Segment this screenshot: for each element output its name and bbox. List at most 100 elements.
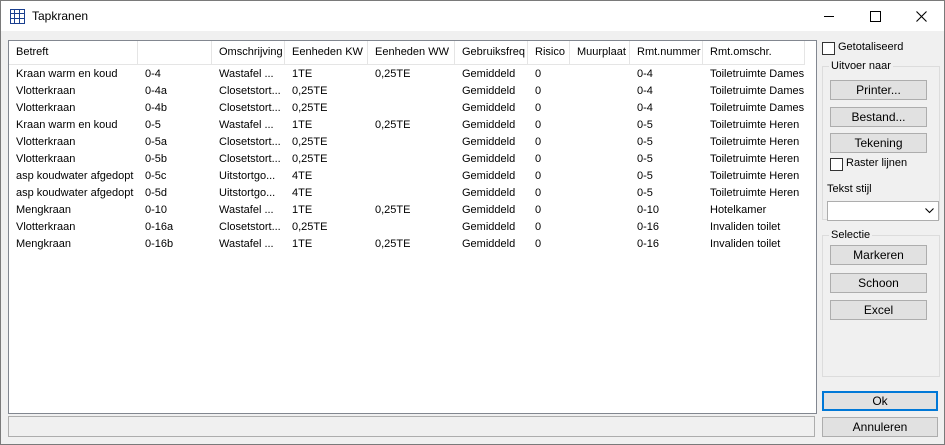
table-row[interactable]: asp koudwater afgedopt 0-5d Uitstortgo... 4… (9, 185, 805, 202)
table-cell (368, 219, 455, 236)
column-header[interactable]: Rmt.omschr. (703, 41, 805, 64)
bestand-button[interactable]: Bestand... (830, 107, 927, 127)
table-cell: 0,25TE (292, 102, 328, 114)
table-cell: Toiletruimte Heren (710, 170, 800, 182)
column-header[interactable] (138, 41, 212, 64)
table-cell: 1TE (292, 238, 313, 250)
maximize-button[interactable] (852, 1, 898, 31)
table-cell: Closetstort... (219, 221, 281, 233)
column-header[interactable]: Risico (528, 41, 570, 64)
table-cell (570, 236, 630, 253)
table-cell: Gemiddeld (462, 136, 516, 148)
table-cell (570, 202, 630, 219)
table-cell: Gemiddeld (462, 153, 516, 165)
annuleren-button[interactable]: Annuleren (822, 417, 938, 437)
table-cell: 0,25TE (375, 238, 411, 250)
column-header[interactable]: Betreft (9, 41, 138, 64)
table-cell (368, 83, 455, 100)
table-row[interactable]: Vlotterkraan 0-16a Closetstort... 0,25TE Gem… (9, 219, 805, 236)
table-cell: 0 (535, 119, 542, 131)
ok-button[interactable]: Ok (822, 391, 938, 411)
table-cell: 0,25TE (292, 136, 328, 148)
column-header[interactable]: Gebruiksfreq (455, 41, 528, 64)
table-cell: Kraan warm en koud (16, 119, 118, 131)
table-row[interactable]: Vlotterkraan 0-4b Closetstort... 0,25TE Gemi… (9, 100, 805, 117)
table-cell: asp koudwater afgedopt (16, 187, 134, 199)
table-cell (368, 100, 455, 117)
table-cell: 1TE (292, 68, 313, 80)
table-cell: Gemiddeld (462, 170, 516, 182)
table-cell: Vlotterkraan (16, 136, 76, 148)
tekening-button[interactable]: Tekening (830, 133, 927, 153)
minimize-button[interactable] (806, 1, 852, 31)
table-cell (368, 134, 455, 151)
table-cell: Toiletruimte Dames (710, 85, 805, 97)
table-cell: Toiletruimte Heren (710, 153, 800, 165)
table-cell: 0-5 (637, 170, 653, 182)
table-cell: Gemiddeld (462, 85, 516, 97)
schoon-button[interactable]: Schoon (830, 273, 927, 293)
column-header[interactable]: Eenheden WW (368, 41, 455, 64)
raster-lijnen-checkbox[interactable] (830, 158, 843, 171)
table-cell: Mengkraan (16, 204, 72, 216)
table-cell: Gemiddeld (462, 102, 516, 114)
uitvoer-naar-label: Uitvoer naar (829, 60, 893, 72)
column-header[interactable]: Muurplaat (570, 41, 630, 64)
column-header[interactable]: Eenheden KW (285, 41, 368, 64)
table-cell: 0-16 (637, 238, 660, 250)
table-row[interactable]: Kraan warm en koud 0-5 Wastafel ... 1TE 0,25… (9, 117, 805, 134)
table-cell: 0 (535, 170, 542, 182)
table-cell: Toiletruimte Dames (710, 68, 805, 80)
table-cell (570, 168, 630, 185)
table-cell: Toiletruimte Heren (710, 119, 800, 131)
table-cell: 0,25TE (292, 153, 328, 165)
table-cell: Closetstort... (219, 102, 281, 114)
table-cell: 0-4a (145, 85, 168, 97)
table-row[interactable]: Mengkraan 0-16b Wastafel ... 1TE 0,25TE Gemid… (9, 236, 805, 253)
table-row[interactable]: Vlotterkraan 0-4a Closetstort... 0,25TE Gemi… (9, 83, 805, 100)
table-cell: Uitstortgo... (219, 187, 276, 199)
column-header[interactable]: Rmt.nummer (630, 41, 703, 64)
tapkranen-table[interactable]: Betreft Omschrijving Eenheden KW Eenheden W… (8, 40, 817, 414)
table-cell (570, 185, 630, 202)
tekst-stijl-dropdown[interactable] (827, 201, 939, 221)
table-cell: 0 (535, 85, 542, 97)
table-cell: 0,25TE (292, 85, 328, 97)
table-row[interactable]: Vlotterkraan 0-5b Closetstort... 0,25TE Gemi… (9, 151, 805, 168)
table-cell: 0-5c (145, 170, 167, 182)
table-cell: Uitstortgo... (219, 170, 276, 182)
table-cell: 0,25TE (375, 204, 411, 216)
grid-table-icon (10, 9, 25, 24)
table-cell (570, 83, 630, 100)
table-cell: 0 (535, 68, 542, 80)
table-cell (570, 117, 630, 134)
printer-button[interactable]: Printer... (830, 80, 927, 100)
column-header[interactable]: Omschrijving (212, 41, 285, 64)
table-cell: Gemiddeld (462, 238, 516, 250)
table-header: Betreft Omschrijving Eenheden KW Eenheden W… (9, 41, 805, 65)
close-button[interactable] (898, 1, 944, 31)
getotaliseerd-label: Getotaliseerd (838, 41, 904, 53)
table-cell: 0-4 (637, 68, 653, 80)
table-cell (368, 168, 455, 185)
table-row[interactable]: Vlotterkraan 0-5a Closetstort... 0,25TE Gemi… (9, 134, 805, 151)
table-cell: Wastafel ... (219, 68, 274, 80)
table-cell: Closetstort... (219, 85, 281, 97)
maximize-icon (869, 10, 881, 22)
table-row[interactable]: Mengkraan 0-10 Wastafel ... 1TE 0,25TE Gemidd… (9, 202, 805, 219)
table-row[interactable]: asp koudwater afgedopt 0-5c Uitstortgo... 4… (9, 168, 805, 185)
table-cell: Closetstort... (219, 136, 281, 148)
table-row[interactable]: Kraan warm en koud 0-4 Wastafel ... 1TE 0,25… (9, 66, 805, 83)
window-title: Tapkranen (32, 9, 89, 23)
excel-button[interactable]: Excel (830, 300, 927, 320)
table-cell: 0-10 (145, 204, 168, 216)
close-icon (915, 10, 927, 22)
table-cell: Gemiddeld (462, 119, 516, 131)
selectie-label: Selectie (829, 229, 873, 241)
table-cell (570, 100, 630, 117)
getotaliseerd-checkbox[interactable] (822, 42, 835, 55)
table-cell: Toiletruimte Dames (710, 102, 805, 114)
markeren-button[interactable]: Markeren (830, 245, 927, 265)
minimize-icon (824, 15, 834, 17)
table-cell (570, 66, 630, 83)
